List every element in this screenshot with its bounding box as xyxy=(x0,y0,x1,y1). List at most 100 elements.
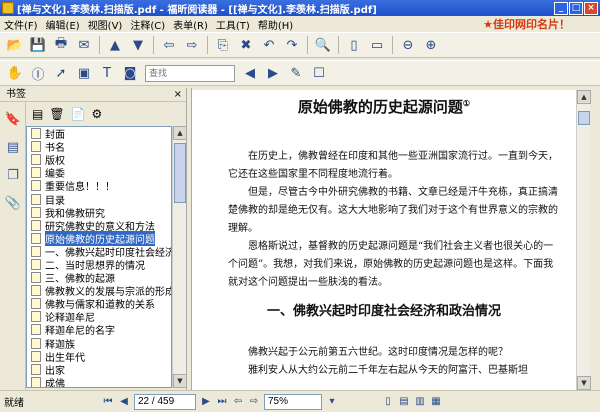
camera-icon[interactable]: ◙ xyxy=(119,63,141,83)
page-icon xyxy=(31,193,41,205)
first-page-icon[interactable]: ⏮ xyxy=(100,394,116,410)
bookmark-item[interactable]: 出生年代 xyxy=(27,350,171,364)
pages-tab-icon[interactable]: ▤ xyxy=(2,136,24,158)
bookmark-item[interactable]: 书名 xyxy=(27,140,171,154)
next-page-icon[interactable]: ▼ xyxy=(127,35,149,55)
email-icon[interactable]: ✉ xyxy=(73,35,95,55)
bookmark-item[interactable]: 佛教与儒家和道教的关系 xyxy=(27,297,171,311)
scroll-thumb[interactable] xyxy=(174,143,186,203)
bookmark-item[interactable]: 论释迦牟尼 xyxy=(27,310,171,324)
open-icon[interactable]: 📂 xyxy=(4,35,26,55)
page-icon xyxy=(31,324,41,336)
bookmark-item[interactable]: 目录 xyxy=(27,192,171,207)
menu-edit[interactable]: 编辑(E) xyxy=(42,17,84,32)
scroll-up-icon[interactable]: ▲ xyxy=(173,126,187,140)
menu-comment[interactable]: 注释(C) xyxy=(126,17,169,32)
copy-icon[interactable]: ⎘ xyxy=(212,35,234,55)
page-icon xyxy=(31,154,41,166)
prev-page-icon[interactable]: ▲ xyxy=(104,35,126,55)
separator xyxy=(392,36,393,54)
zoom-in-icon[interactable]: ⊕ xyxy=(420,35,442,55)
bookmark-item[interactable]: 释迦族 xyxy=(27,337,171,351)
bookmark-item[interactable]: 研究佛教史的意义和方法 xyxy=(27,219,171,233)
next-page-icon[interactable]: ▶ xyxy=(198,394,214,410)
forward-icon[interactable]: ⇨ xyxy=(246,394,262,410)
continuous-facing-icon[interactable]: ▦ xyxy=(428,394,444,410)
fit-page-icon[interactable]: ▯ xyxy=(343,35,365,55)
continuous-icon[interactable]: ▤ xyxy=(396,394,412,410)
scroll-down-icon[interactable]: ▼ xyxy=(173,374,187,388)
menu-form[interactable]: 表单(R) xyxy=(169,17,212,32)
forward-icon[interactable]: ⇨ xyxy=(181,35,203,55)
page-icon xyxy=(31,180,41,192)
scroll-up-icon[interactable]: ▲ xyxy=(577,90,591,104)
attachments-tab-icon[interactable]: 📎 xyxy=(2,192,24,214)
bookmark-item[interactable]: 释迦牟尼的名字 xyxy=(27,323,171,337)
bookmark-item[interactable]: 原始佛教的历史起源问题 xyxy=(27,230,171,246)
close-button[interactable]: × xyxy=(584,1,598,15)
back-icon[interactable]: ⇦ xyxy=(230,394,246,410)
bookmark-scrollbar[interactable]: ▲ ▼ xyxy=(172,126,187,388)
bookmark-item[interactable]: 编委 xyxy=(27,166,171,180)
bookmark-expand-icon[interactable]: ▤ xyxy=(32,107,43,121)
print-icon[interactable]: 🖶 xyxy=(50,35,72,55)
paragraph: 雅利安人从大约公元前二千年左右起从今天的阿富汗、巴基斯坦 xyxy=(248,365,528,376)
bookmark-delete-icon[interactable]: 🗑 xyxy=(49,107,64,121)
scroll-thumb[interactable] xyxy=(578,111,590,125)
bookmark-item[interactable]: 一、佛教兴起时印度社会经济 xyxy=(27,245,171,259)
document-scrollbar[interactable]: ▲ ▼ xyxy=(576,90,591,390)
search-next-icon[interactable]: ▶ xyxy=(262,63,284,83)
menu-view[interactable]: 视图(V) xyxy=(84,17,127,32)
last-page-icon[interactable]: ⏭ xyxy=(214,394,230,410)
bookmark-item[interactable]: 版权 xyxy=(27,153,171,167)
menu-help[interactable]: 帮助(H) xyxy=(254,17,297,32)
zoom-tool-icon[interactable]: 🔍 xyxy=(312,35,334,55)
separator xyxy=(99,36,100,54)
main-toolbar: 📂 💾 🖶 ✉ ▲ ▼ ⇦ ⇨ ⎘ ✖ ↶ ↷ 🔍 ▯ ▭ ⊖ ⊕ xyxy=(0,32,600,58)
facing-icon[interactable]: ▥ xyxy=(412,394,428,410)
bookmark-item[interactable]: 我和佛教研究 xyxy=(27,206,171,220)
bookmark-item[interactable]: 二、当时思想界的情况 xyxy=(27,258,171,272)
highlight-icon[interactable]: ✎ xyxy=(285,63,307,83)
layers-tab-icon[interactable]: ❐ xyxy=(2,164,24,186)
redo-icon[interactable]: ↷ xyxy=(281,35,303,55)
page-icon xyxy=(31,219,41,231)
undo-icon[interactable]: ↶ xyxy=(258,35,280,55)
typewriter-icon[interactable]: T xyxy=(96,63,118,83)
hand-tool-icon[interactable]: ✋ xyxy=(4,63,26,83)
maximize-button[interactable]: □ xyxy=(569,1,583,15)
menu-file[interactable]: 文件(F) xyxy=(0,17,42,32)
ad-banner[interactable]: ★佳印网印名片！ xyxy=(483,16,570,32)
zoom-dropdown-icon[interactable]: ▾ xyxy=(324,394,340,410)
tools-toolbar: ✋ Ⓘ ➚ ▣ T ◙ ◀ ▶ ✎ ☐ xyxy=(0,60,600,86)
fit-width-icon[interactable]: ▭ xyxy=(366,35,388,55)
bookmark-item[interactable]: 封面 xyxy=(27,127,171,141)
page-icon xyxy=(31,245,41,257)
search-input[interactable] xyxy=(145,64,235,82)
select-arrow-icon[interactable]: ➚ xyxy=(50,63,72,83)
save-icon[interactable]: 💾 xyxy=(27,35,49,55)
bookmark-item[interactable]: 成佛 xyxy=(27,376,171,387)
minimize-button[interactable]: _ xyxy=(554,1,568,15)
zoom-select[interactable] xyxy=(264,393,322,410)
single-page-icon[interactable]: ▯ xyxy=(380,394,396,410)
bookmark-item[interactable]: 重要信息！！！ xyxy=(27,179,171,193)
scroll-down-icon[interactable]: ▼ xyxy=(577,376,591,390)
bookmarks-tab-icon[interactable]: 🔖 xyxy=(2,108,24,130)
close-panel-icon[interactable]: × xyxy=(174,88,182,102)
zoom-out-icon[interactable]: ⊖ xyxy=(397,35,419,55)
menu-tools[interactable]: 工具(T) xyxy=(212,17,254,32)
delete-icon[interactable]: ✖ xyxy=(235,35,257,55)
back-icon[interactable]: ⇦ xyxy=(158,35,180,55)
page-number-input[interactable] xyxy=(134,393,196,410)
prev-page-icon[interactable]: ◀ xyxy=(116,394,132,410)
search-prev-icon[interactable]: ◀ xyxy=(239,63,261,83)
bookmark-item[interactable]: 佛教教义的发展与宗派的形成 xyxy=(27,284,171,298)
snapshot-icon[interactable]: ▣ xyxy=(73,63,95,83)
bookmark-properties-icon[interactable]: ⚙ xyxy=(92,107,103,121)
text-select-icon[interactable]: Ⓘ xyxy=(27,63,49,83)
note-icon[interactable]: ☐ xyxy=(308,63,330,83)
bookmark-new-icon[interactable]: 📄 xyxy=(71,107,86,121)
bookmark-item[interactable]: 三、佛教的起源 xyxy=(27,271,171,285)
bookmark-item[interactable]: 出家 xyxy=(27,363,171,377)
